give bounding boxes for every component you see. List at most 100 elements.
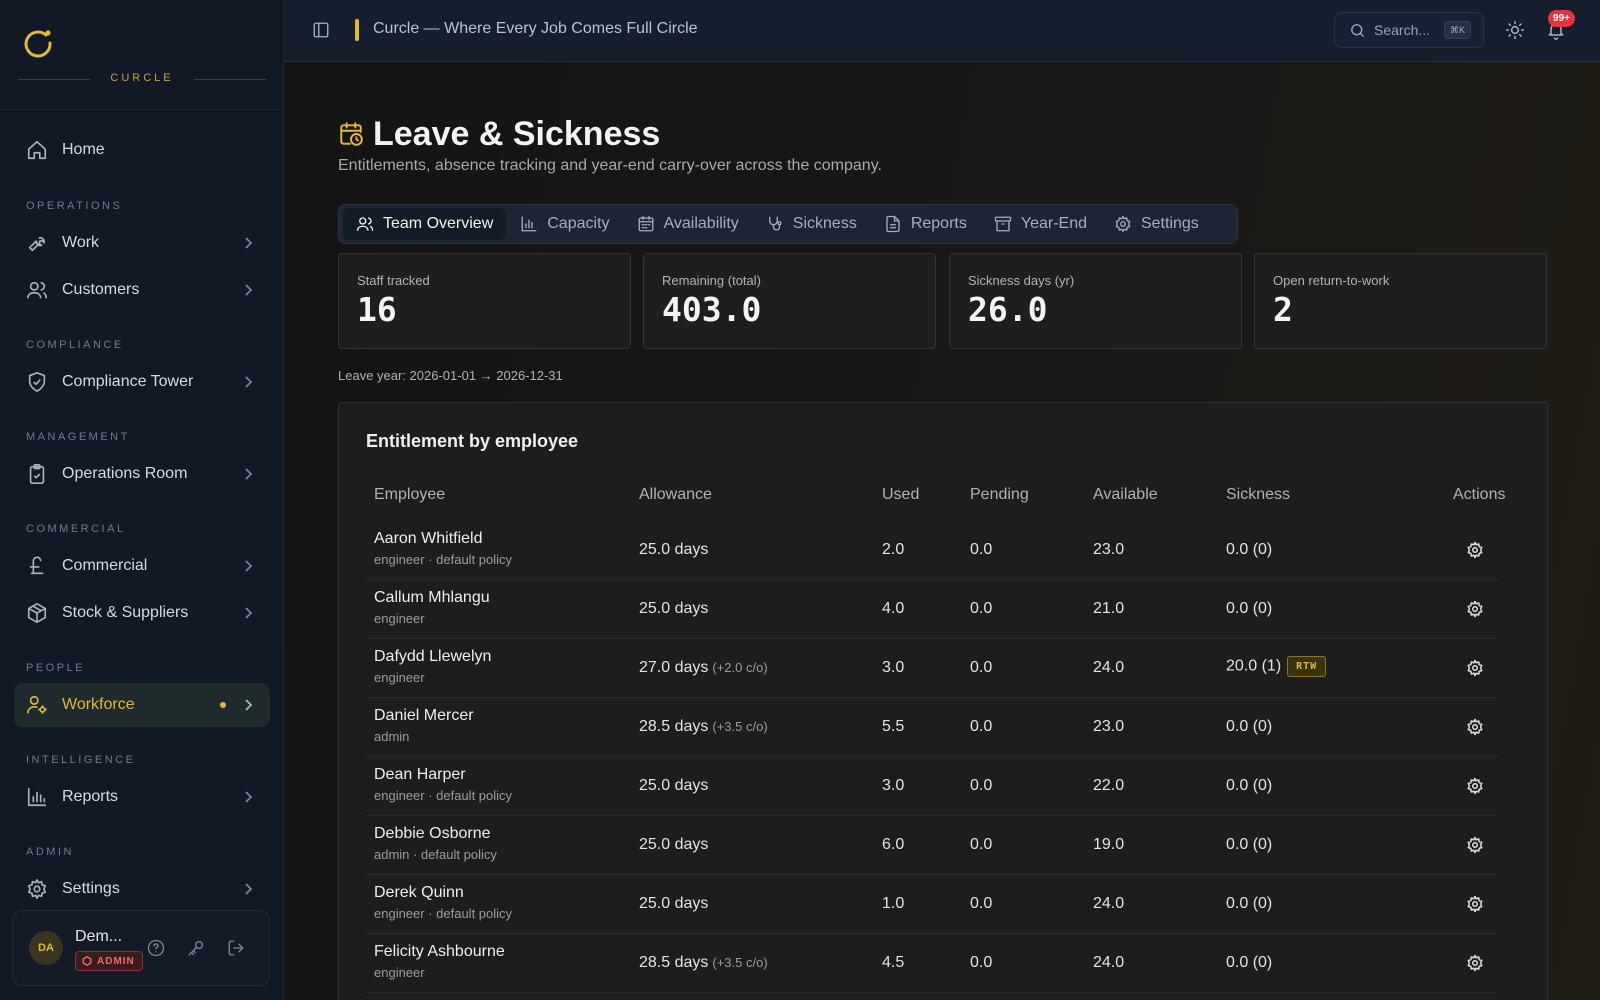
role-badge-label: ADMIN (97, 955, 135, 967)
used-cell: 3.0 (882, 777, 905, 794)
package-icon (26, 602, 48, 624)
column-header-employee[interactable]: Employee (374, 486, 445, 504)
employee-name[interactable]: Felicity Ashbourne (374, 943, 505, 961)
allowance-value: 25.0 days (639, 895, 709, 912)
sickness-cell: 0.0 (0) (1226, 600, 1272, 618)
employee-role: admin · default policy (374, 847, 497, 862)
tab-reports[interactable]: Reports (871, 208, 980, 240)
stat-card-staff-tracked: Staff tracked 16 (338, 253, 631, 349)
tab-team-overview[interactable]: Team Overview (343, 208, 507, 240)
employee-name[interactable]: Callum Mhlangu (374, 589, 490, 607)
column-header-actions: Actions (1453, 486, 1506, 503)
shield-check-icon (26, 371, 48, 393)
gear-icon[interactable] (1466, 541, 1484, 559)
wrench-icon (26, 232, 48, 254)
sidebar-item-operations-room[interactable]: Operations Room (14, 452, 270, 496)
gear-icon[interactable] (1466, 718, 1484, 736)
allowance-value: 27.0 days (639, 659, 709, 676)
section-label-compliance: COMPLIANCE (26, 339, 124, 351)
tab-sickness[interactable]: Sickness (753, 208, 870, 240)
sidebar-item-work[interactable]: Work (14, 221, 270, 265)
brand: CURCLE (0, 0, 283, 110)
tab-bar: Team Overview Capacity Availability Sick… (338, 204, 1238, 244)
sidebar-item-stock-suppliers[interactable]: Stock & Suppliers (14, 591, 270, 635)
employee-role: engineer (374, 670, 425, 685)
available-cell: 21.0 (1093, 600, 1125, 617)
logout-icon[interactable] (227, 939, 245, 957)
gear-icon (1114, 215, 1132, 233)
gear-icon[interactable] (1466, 777, 1484, 795)
table-row: Daniel Mercer admin 28.5 days (+3.5 c/o) 5.5… (365, 698, 1497, 757)
column-header-pending[interactable]: Pending (970, 486, 1029, 504)
chevron-right-icon (240, 789, 256, 805)
tab-availability[interactable]: Availability (624, 208, 752, 240)
allowance-cell: 28.5 days (+3.5 c/o) (639, 954, 768, 972)
sidebar-item-home[interactable]: Home (14, 128, 270, 172)
sidebar-toggle-icon[interactable] (312, 21, 330, 39)
user-cog-icon (26, 694, 48, 716)
used-cell: 2.0 (882, 541, 905, 558)
sickness-cell: 0.0 (0) (1226, 836, 1272, 854)
chevron-right-icon (240, 881, 256, 897)
column-header-used[interactable]: Used (882, 486, 919, 504)
sidebar-item-workforce[interactable]: Workforce (14, 683, 270, 727)
sidebar-item-customers[interactable]: Customers (14, 268, 270, 312)
pending-cell: 0.0 (970, 600, 993, 617)
allowance-cell: 25.0 days (639, 895, 708, 913)
sidebar-item-reports[interactable]: Reports (14, 775, 270, 819)
sidebar-item-label: Commercial (62, 557, 148, 574)
curcle-logo-icon[interactable] (20, 25, 56, 61)
column-header-available[interactable]: Available (1093, 486, 1158, 504)
sidebar-item-label: Settings (62, 880, 120, 897)
gear-icon[interactable] (1466, 836, 1484, 854)
key-icon[interactable] (187, 939, 205, 957)
used-cell: 1.0 (882, 895, 905, 912)
employee-name[interactable]: Daniel Mercer (374, 707, 474, 725)
page-subtitle: Entitlements, absence tracking and year-… (338, 157, 882, 174)
user-name: Dem... (75, 928, 123, 945)
employee-role: engineer · default policy (374, 906, 513, 921)
rtw-badge[interactable]: RTW (1287, 656, 1327, 677)
section-label-intelligence: INTELLIGENCE (26, 754, 136, 766)
allowance-value: 28.5 days (639, 718, 709, 735)
pound-icon (26, 555, 48, 577)
stat-label: Sickness days (yr) (968, 273, 1075, 288)
stat-label: Staff tracked (357, 273, 430, 288)
tab-settings[interactable]: Settings (1101, 208, 1212, 240)
hexagon-icon (82, 956, 92, 966)
main-content: Leave & Sickness Entitlements, absence t… (285, 62, 1600, 1000)
avatar[interactable]: DA (29, 931, 63, 965)
employee-name[interactable]: Dafydd Llewelyn (374, 648, 491, 666)
tab-year-end[interactable]: Year-End (981, 208, 1100, 240)
help-icon[interactable] (147, 939, 165, 957)
employee-name[interactable]: Dean Harper (374, 766, 466, 784)
gear-icon[interactable] (1466, 895, 1484, 913)
pending-cell: 0.0 (970, 777, 993, 794)
employee-name[interactable]: Debbie Osborne (374, 825, 491, 843)
employee-name[interactable]: Aaron Whitfield (374, 530, 483, 548)
gear-icon[interactable] (1466, 954, 1484, 972)
notification-badge[interactable]: 99+ (1548, 10, 1575, 27)
carryover-note: (+2.0 c/o) (712, 660, 768, 675)
gear-icon[interactable] (1466, 659, 1484, 677)
search-input[interactable]: Search... ⌘K (1334, 12, 1484, 48)
column-header-sickness[interactable]: Sickness (1226, 486, 1290, 504)
sun-icon[interactable] (1505, 20, 1525, 40)
section-label-admin: ADMIN (26, 846, 74, 858)
table-row: Felicity Ashbourne engineer 28.5 days (+3.5… (365, 934, 1497, 993)
bar-chart-icon (520, 215, 538, 233)
stat-value: 2 (1273, 290, 1293, 329)
employee-name[interactable]: Derek Quinn (374, 884, 464, 902)
section-label-commercial: COMMERCIAL (26, 523, 126, 535)
stat-value: 26.0 (968, 290, 1048, 329)
gear-icon[interactable] (1466, 600, 1484, 618)
allowance-cell: 25.0 days (639, 836, 708, 854)
allowance-cell: 27.0 days (+2.0 c/o) (639, 659, 768, 677)
user-card[interactable]: DA Dem... ADMIN (12, 910, 270, 986)
sidebar-item-commercial[interactable]: Commercial (14, 544, 270, 588)
sidebar-item-settings[interactable]: Settings (14, 867, 270, 911)
tab-capacity[interactable]: Capacity (507, 208, 622, 240)
column-header-allowance[interactable]: Allowance (639, 486, 712, 504)
sidebar-item-label: Operations Room (62, 465, 188, 482)
sidebar-item-compliance-tower[interactable]: Compliance Tower (14, 360, 270, 404)
